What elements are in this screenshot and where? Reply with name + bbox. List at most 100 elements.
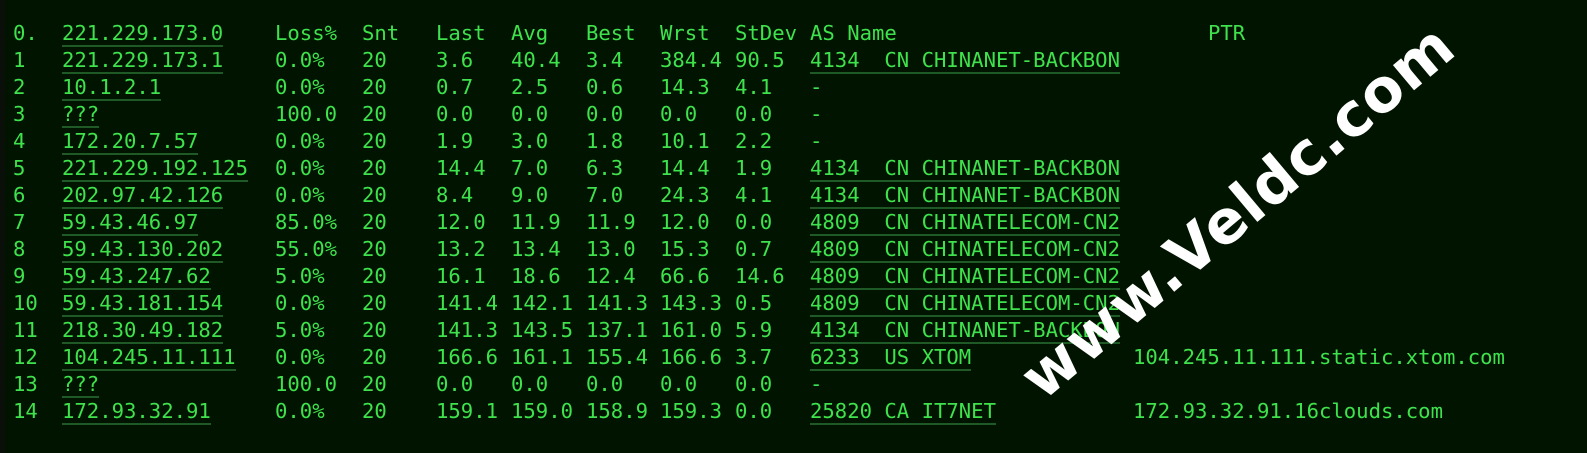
cell-best: 12.4	[586, 264, 636, 288]
cell-host-link[interactable]: ???	[62, 372, 100, 398]
cell-stdev: 5.9	[735, 318, 773, 342]
header-ptr: PTR	[1208, 21, 1246, 45]
cell-stdev: 14.6	[735, 264, 785, 288]
cell-avg: 9.0	[511, 183, 549, 207]
cell-snt: 20	[362, 210, 387, 234]
cell-host-link[interactable]: 104.245.11.111	[62, 345, 236, 371]
cell-as-link[interactable]: 4134 CN CHINANET-BACKBON	[810, 48, 1120, 74]
cell-avg: 159.0	[511, 399, 573, 423]
cell-as-link[interactable]: 4809 CN CHINATELECOM-CN2	[810, 264, 1120, 290]
header-loss: Loss%	[275, 21, 337, 45]
table-row: 7 59.43.46.97 85.0% 20 12.0 11.9 11.9 12.0 0.0 48…	[0, 210, 1587, 237]
cell-last: 159.1	[436, 399, 498, 423]
cell-snt: 20	[362, 372, 387, 396]
cell-avg: 13.4	[511, 237, 561, 261]
cell-loss: 55.0%	[275, 237, 337, 261]
cell-last: 0.7	[436, 75, 474, 99]
cell-snt: 20	[362, 399, 387, 423]
cell-best: 3.4	[586, 48, 624, 72]
cell-snt: 20	[362, 264, 387, 288]
table-row: 12 104.245.11.111 0.0% 20 166.6 161.1 155.4 166…	[0, 345, 1587, 372]
cell-best: 7.0	[586, 183, 624, 207]
cell-idx: 1	[13, 48, 26, 72]
header-as: AS Name	[810, 21, 897, 45]
cell-snt: 20	[362, 102, 387, 126]
cell-host-link[interactable]: 202.97.42.126	[62, 183, 224, 209]
table-header: 0. 221.229.173.0 Loss% Snt Last Avg Best Wrst St…	[0, 21, 1587, 48]
table-row: 1 221.229.173.1 0.0% 20 3.6 40.4 3.4 384.4 90.5 4…	[0, 48, 1587, 75]
cell-stdev: 0.5	[735, 291, 773, 315]
cell-last: 166.6	[436, 345, 498, 369]
cell-host-link[interactable]: ???	[62, 102, 100, 128]
cell-host-link[interactable]: 221.229.192.125	[62, 156, 248, 182]
cell-host-link[interactable]: 59.43.46.97	[62, 210, 199, 236]
cell-best: 137.1	[586, 318, 648, 342]
cell-stdev: 0.0	[735, 372, 773, 396]
cell-host-link[interactable]: 59.43.181.154	[62, 291, 224, 317]
cell-last: 3.6	[436, 48, 474, 72]
cell-idx: 5	[13, 156, 26, 180]
cell-host-link[interactable]: 172.20.7.57	[62, 129, 199, 155]
cell-loss: 100.0	[275, 372, 337, 396]
cell-as-link[interactable]: 4134 CN CHINANET-BACKBON	[810, 183, 1120, 209]
cell-stdev: 0.0	[735, 210, 773, 234]
cell-loss: 0.0%	[275, 345, 325, 369]
cell-best: 11.9	[586, 210, 636, 234]
cell-host-link[interactable]: 221.229.173.1	[62, 48, 224, 74]
cell-idx: 8	[13, 237, 26, 261]
table-row: 8 59.43.130.202 55.0% 20 13.2 13.4 13.0 15.3 0.7…	[0, 237, 1587, 264]
cell-idx: 3	[13, 102, 26, 126]
cell-avg: 143.5	[511, 318, 573, 342]
cell-best: 13.0	[586, 237, 636, 261]
cell-host-link[interactable]: 172.93.32.91	[62, 399, 211, 425]
cell-loss: 0.0%	[275, 183, 325, 207]
table-row: 14 172.93.32.91 0.0% 20 159.1 159.0 158.9 159.3…	[0, 399, 1587, 426]
cell-loss: 85.0%	[275, 210, 337, 234]
cell-avg: 18.6	[511, 264, 561, 288]
cell-wrst: 0.0	[660, 372, 698, 396]
header-stdev: StDev	[735, 21, 797, 45]
cell-ptr: 172.93.32.91.16clouds.com	[1133, 399, 1443, 423]
cell-as-link[interactable]: 4134 CN CHINANET-BACKBON	[810, 156, 1120, 182]
cell-stdev: 0.0	[735, 102, 773, 126]
cell-avg: 0.0	[511, 372, 549, 396]
cell-idx: 11	[13, 318, 38, 342]
cell-best: 0.6	[586, 75, 624, 99]
cell-wrst: 0.0	[660, 102, 698, 126]
cell-idx: 14	[13, 399, 38, 423]
cell-snt: 20	[362, 237, 387, 261]
cell-last: 141.4	[436, 291, 498, 315]
header-last: Last	[436, 21, 486, 45]
table-row: 13??? 100.0 20 0.0 0.0 0.0 0.0 0.0 -	[0, 372, 1587, 399]
cell-wrst: 15.3	[660, 237, 710, 261]
cell-host-link[interactable]: 59.43.130.202	[62, 237, 224, 263]
cell-wrst: 66.6	[660, 264, 710, 288]
cell-loss: 0.0%	[275, 129, 325, 153]
cell-host-link[interactable]: 59.43.247.62	[62, 264, 211, 290]
cell-as-link[interactable]: 4809 CN CHINATELECOM-CN2	[810, 210, 1120, 236]
cell-as-link[interactable]: 6233 US XTOM	[810, 345, 972, 371]
cell-snt: 20	[362, 75, 387, 99]
cell-best: 1.8	[586, 129, 624, 153]
cell-wrst: 166.6	[660, 345, 722, 369]
table-row: 10 59.43.181.154 0.0% 20 141.4 142.1 141.3 143.…	[0, 291, 1587, 318]
cell-best: 6.3	[586, 156, 624, 180]
cell-wrst: 14.4	[660, 156, 710, 180]
header-snt: Snt	[362, 21, 400, 45]
cell-idx: 4	[13, 129, 26, 153]
cell-host-link[interactable]: 218.30.49.182	[62, 318, 224, 344]
cell-loss: 100.0	[275, 102, 337, 126]
header-host-link[interactable]: 221.229.173.0	[62, 21, 224, 47]
cell-loss: 5.0%	[275, 264, 325, 288]
cell-host-link[interactable]: 10.1.2.1	[62, 75, 162, 101]
cell-last: 0.0	[436, 102, 474, 126]
cell-avg: 40.4	[511, 48, 561, 72]
header-idx: 0.	[13, 21, 38, 45]
table-row: 6 202.97.42.126 0.0% 20 8.4 9.0 7.0 24.3 4.1 4134…	[0, 183, 1587, 210]
cell-as-link[interactable]: 25820 CA IT7NET	[810, 399, 996, 425]
cell-idx: 13	[13, 372, 38, 396]
cell-loss: 0.0%	[275, 75, 325, 99]
cell-snt: 20	[362, 318, 387, 342]
cell-snt: 20	[362, 129, 387, 153]
cell-as-link[interactable]: 4809 CN CHINATELECOM-CN2	[810, 237, 1120, 263]
